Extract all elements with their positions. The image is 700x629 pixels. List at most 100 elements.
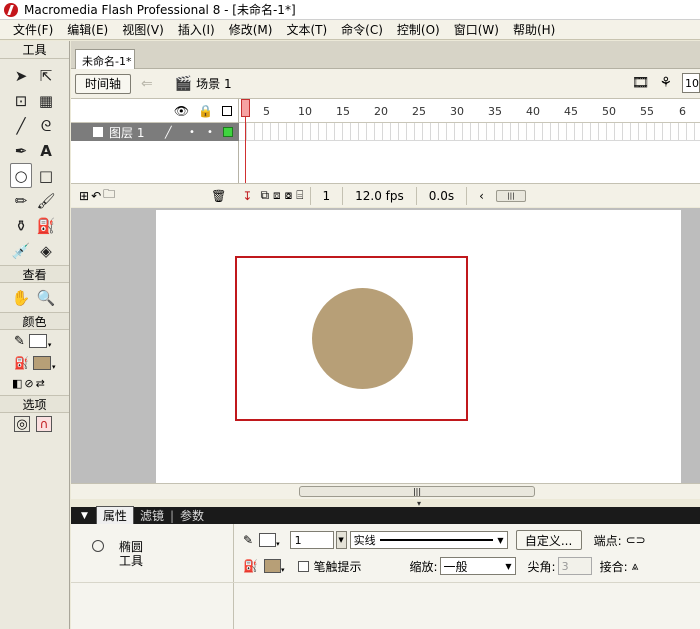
- layer-row[interactable]: 图层 1 ╱ • •: [71, 123, 239, 141]
- rectangle-tool-icon[interactable]: □: [35, 163, 57, 188]
- collapse-arrow-icon[interactable]: ▼: [81, 511, 88, 521]
- modify-onion-markers-icon[interactable]: ⌸: [296, 188, 303, 203]
- scale-value: 一般: [443, 559, 468, 574]
- paint-bucket-tool-icon[interactable]: ⛽: [35, 213, 57, 238]
- stroke-color-swatch[interactable]: [28, 334, 47, 348]
- tools-header: 工具: [0, 41, 69, 59]
- lock-dot-icon[interactable]: •: [201, 127, 219, 138]
- edit-symbol-icon[interactable]: ⚘: [659, 75, 672, 91]
- outline-icon[interactable]: [222, 105, 232, 116]
- eye-icon[interactable]: 👁: [174, 104, 189, 118]
- tab-parameters[interactable]: 参数: [174, 507, 210, 524]
- lasso-tool-icon[interactable]: ᘓ: [35, 113, 57, 138]
- line-tool-icon[interactable]: ╱: [10, 113, 32, 138]
- frames-area[interactable]: 5 10 15 20 25 30 35 40 45 50 55 6: [239, 99, 700, 183]
- tab-filters[interactable]: 滤镜: [134, 507, 170, 524]
- eraser-tool-icon[interactable]: ◈: [35, 238, 57, 263]
- eyedropper-tool-icon[interactable]: 💉: [10, 238, 32, 263]
- ink-bottle-tool-icon[interactable]: ⚱: [10, 213, 32, 238]
- stroke-width-arrow-icon[interactable]: ▼: [335, 531, 347, 549]
- oval-shape[interactable]: [312, 288, 413, 389]
- ruler-number: 30: [450, 105, 464, 118]
- miter-input[interactable]: 3: [557, 557, 592, 575]
- zoom-tool-icon[interactable]: 🔍: [35, 285, 57, 310]
- playhead-handle[interactable]: [241, 99, 250, 117]
- lock-icon[interactable]: 🔒: [198, 104, 213, 118]
- menu-insert[interactable]: 插入(I): [171, 21, 222, 38]
- onion-outlines-icon[interactable]: ⧈: [273, 188, 281, 203]
- menu-edit[interactable]: 编辑(E): [60, 21, 115, 38]
- back-arrow-icon[interactable]: ⇐: [141, 76, 153, 92]
- stroke-width-input[interactable]: 1: [289, 531, 334, 549]
- scene-label: 场景 1: [196, 77, 232, 91]
- text-tool-icon[interactable]: A: [35, 138, 57, 163]
- document-tab[interactable]: 未命名-1*: [75, 49, 135, 69]
- fill-color-swatch[interactable]: [32, 356, 51, 370]
- fill-bucket-icon: ⛽: [243, 559, 258, 573]
- edit-scene-icon[interactable]: 🎞: [632, 75, 650, 91]
- ruler-number: 6: [679, 105, 686, 118]
- zoom-input[interactable]: 10: [682, 73, 700, 93]
- timeline-toggle-button[interactable]: 时间轴: [75, 73, 131, 94]
- free-transform-tool-icon[interactable]: ⊡: [10, 88, 32, 113]
- scroll-left-icon[interactable]: ‹: [466, 186, 496, 205]
- ruler-number: 40: [526, 105, 540, 118]
- props-divider: [234, 582, 700, 583]
- visibility-dot-icon[interactable]: •: [183, 127, 201, 138]
- pen-tool-icon[interactable]: ✒: [10, 138, 32, 163]
- center-frame-icon[interactable]: ↧: [242, 189, 252, 203]
- tool-name-line2: 工具: [119, 554, 144, 568]
- frame-ruler[interactable]: 5 10 15 20 25 30 35 40 45 50 55 6: [239, 99, 700, 123]
- menu-text[interactable]: 文本(T): [279, 21, 334, 38]
- frame-rate[interactable]: 12.0 fps: [342, 186, 416, 205]
- tab-properties[interactable]: 属性: [95, 506, 134, 525]
- snap-magnet-icon[interactable]: ∩: [36, 416, 52, 432]
- ruler-number: 55: [640, 105, 654, 118]
- black-white-icon[interactable]: ◧: [12, 377, 22, 390]
- title-bar: Macromedia Flash Professional 8 - [未命名-1…: [0, 0, 700, 20]
- stage-horizontal-scrollbar[interactable]: |||: [71, 483, 700, 499]
- stroke-style-select[interactable]: 实线 ▼: [349, 531, 508, 549]
- fill-color-swatch[interactable]: [263, 559, 281, 573]
- gradient-transform-tool-icon[interactable]: ▦: [35, 88, 57, 113]
- timeline-scroll-thumb[interactable]: |||: [495, 189, 526, 202]
- cap-style-icon[interactable]: ⊂⊃: [626, 533, 646, 547]
- onion-skin-icon[interactable]: ⧉: [260, 188, 269, 203]
- object-drawing-icon[interactable]: ◎: [14, 416, 30, 432]
- hand-tool-icon[interactable]: ✋: [10, 285, 32, 310]
- props-divider: [71, 582, 234, 583]
- pencil-tool-icon[interactable]: ✏: [10, 188, 32, 213]
- delete-layer-icon[interactable]: 🗑: [211, 189, 226, 203]
- custom-stroke-button[interactable]: 自定义...: [515, 530, 582, 550]
- playhead[interactable]: [241, 99, 250, 183]
- oval-tool-icon[interactable]: ○: [10, 163, 32, 188]
- menu-window[interactable]: 窗口(W): [447, 21, 506, 38]
- edit-multiple-frames-icon[interactable]: ⧇: [285, 188, 293, 203]
- menu-control[interactable]: 控制(O): [390, 21, 447, 38]
- menu-help[interactable]: 帮助(H): [506, 21, 562, 38]
- menu-file[interactable]: 文件(F): [6, 21, 60, 38]
- dropdown-arrow-icon: ▼: [497, 535, 504, 545]
- no-color-icon[interactable]: ⊘: [24, 377, 33, 390]
- menu-commands[interactable]: 命令(C): [334, 21, 390, 38]
- scale-select[interactable]: 一般 ▼: [439, 557, 516, 575]
- join-style-icon[interactable]: ⩓: [632, 559, 639, 574]
- swap-colors-icon[interactable]: ⇄: [36, 377, 45, 390]
- tool-name: 椭圆 工具: [119, 540, 143, 568]
- insert-folder-icon[interactable]: 🗀: [103, 185, 115, 206]
- stroke-color-swatch[interactable]: [259, 533, 277, 547]
- subselection-tool-icon[interactable]: ⇱: [35, 63, 57, 88]
- stroke-hinting-checkbox[interactable]: [298, 560, 310, 572]
- brush-tool-icon[interactable]: 🖌: [35, 188, 57, 213]
- selection-tool-icon[interactable]: ➤: [10, 63, 32, 88]
- add-guide-layer-icon[interactable]: ↶: [91, 189, 101, 203]
- insert-layer-icon[interactable]: ⊞: [79, 189, 89, 203]
- panel-splitter[interactable]: ▾: [71, 499, 700, 508]
- stage-scroll-thumb[interactable]: |||: [299, 486, 535, 497]
- menu-view[interactable]: 视图(V): [115, 21, 171, 38]
- timeline-panel: 👁 🔒 图层 1 ╱ • • 5 10 15 20 25 30 35 40 45…: [71, 99, 700, 207]
- menu-modify[interactable]: 修改(M): [222, 21, 280, 38]
- layer-outline-color[interactable]: [223, 127, 233, 137]
- layer-icon: [93, 127, 103, 137]
- layer-frame-row[interactable]: [239, 123, 700, 141]
